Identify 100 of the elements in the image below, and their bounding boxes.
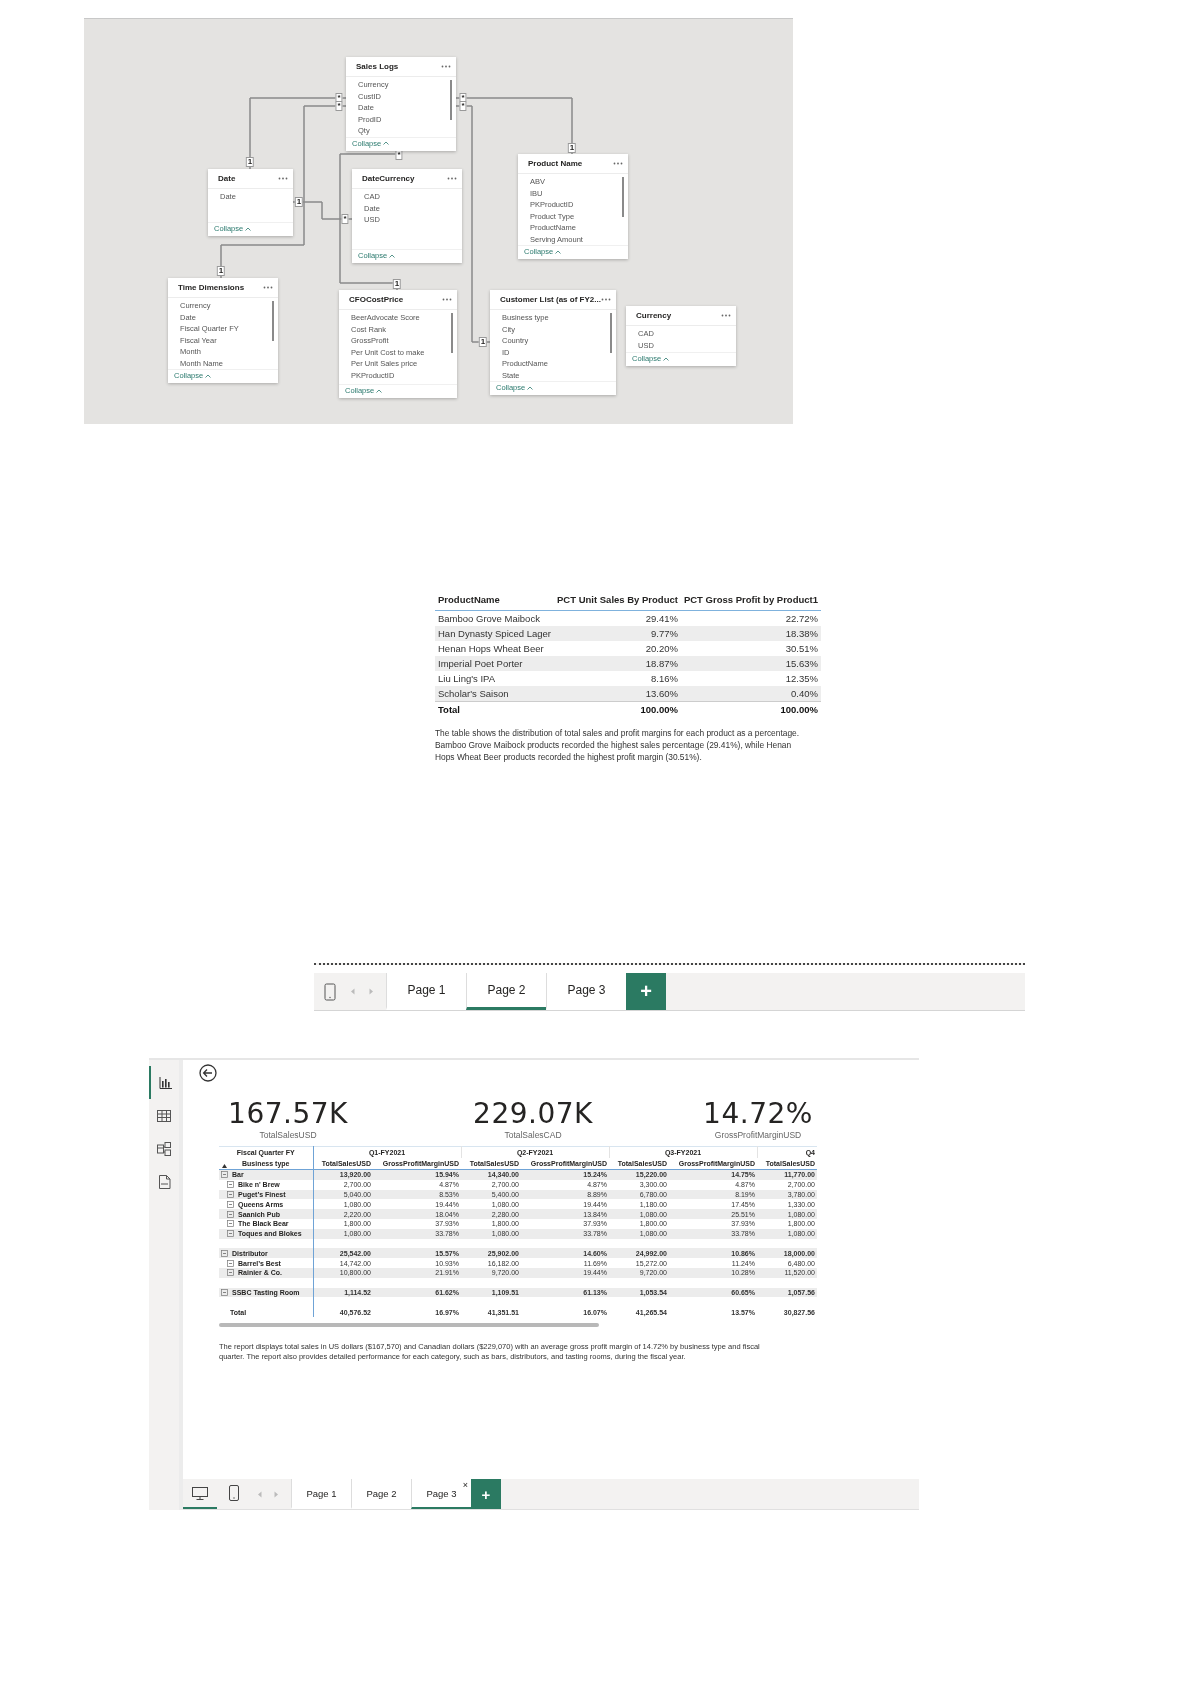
more-icon[interactable] bbox=[613, 162, 623, 165]
document-icon[interactable] bbox=[157, 1174, 171, 1189]
next-icon[interactable] bbox=[274, 1490, 279, 1498]
horizontal-scrollbar[interactable] bbox=[219, 1322, 599, 1327]
previous-icon[interactable] bbox=[257, 1490, 262, 1498]
page-tab[interactable]: Page 2 bbox=[466, 973, 546, 1010]
table-cell: 30.51% bbox=[680, 641, 821, 656]
table-cell: 9.77% bbox=[554, 626, 681, 641]
table-description: The table shows the distribution of total sales and profit margins for each product as a percentage. Bamboo Grove Maibock products recorded the highest sales percentage (29.41%), while Henan Hops Wheat Beer products recorded the highest profit margin (30.51%). bbox=[435, 727, 801, 763]
more-icon[interactable] bbox=[441, 65, 451, 68]
cardinality-label: * bbox=[335, 101, 343, 111]
more-icon[interactable] bbox=[278, 177, 288, 180]
table-cell: 15.63% bbox=[680, 656, 821, 671]
column-header: PCT Gross Profit by Product1 bbox=[680, 591, 821, 611]
cardinality-label: * bbox=[341, 214, 349, 224]
page-tab[interactable]: Page 1 bbox=[291, 1479, 351, 1509]
more-icon[interactable] bbox=[263, 286, 273, 289]
collapse-icon[interactable] bbox=[227, 1181, 234, 1189]
cardinality-label: * bbox=[459, 101, 467, 111]
caret-icon bbox=[383, 141, 390, 145]
back-icon[interactable] bbox=[199, 1064, 217, 1082]
caret-icon bbox=[389, 253, 396, 258]
add-page-button[interactable]: + bbox=[626, 973, 666, 1010]
cardinality-label: 1 bbox=[294, 197, 304, 207]
more-icon[interactable] bbox=[442, 298, 452, 301]
kpi-label: TotalSalesCAD bbox=[504, 1130, 562, 1140]
caret-icon bbox=[205, 373, 212, 378]
monitor-icon bbox=[192, 1486, 208, 1500]
kpi-value: 229.07K bbox=[473, 1098, 593, 1130]
table-name: Customer List (as of FY2... bbox=[500, 295, 601, 304]
kpi-label: TotalSalesUSD bbox=[259, 1130, 317, 1140]
table-name: Currency bbox=[636, 311, 672, 320]
table-cell: 8.16% bbox=[554, 671, 681, 686]
page-tab[interactable]: Page 1 bbox=[386, 973, 466, 1010]
caret-icon bbox=[663, 356, 670, 361]
table-name: Date bbox=[218, 174, 236, 183]
collapse-icon[interactable] bbox=[227, 1269, 234, 1277]
bar-chart-icon[interactable] bbox=[158, 1076, 172, 1089]
caret-icon bbox=[376, 388, 383, 393]
collapse-icon[interactable] bbox=[227, 1210, 234, 1218]
table-cell: 18.38% bbox=[680, 626, 821, 641]
more-icon[interactable] bbox=[447, 177, 457, 180]
scrollbar[interactable] bbox=[272, 301, 274, 341]
page-tab[interactable]: Page 3 × bbox=[411, 1479, 471, 1509]
table-cell: Liu Ling's IPA bbox=[435, 671, 554, 686]
column-header: ProductName bbox=[435, 591, 554, 611]
cardinality-label: 1 bbox=[245, 157, 255, 167]
table-name: Sales Logs bbox=[356, 62, 399, 71]
close-icon[interactable]: × bbox=[462, 1480, 468, 1490]
phone-icon[interactable] bbox=[324, 982, 336, 1001]
kpi-value: 14.72% bbox=[703, 1098, 813, 1130]
collapse-icon[interactable] bbox=[221, 1171, 228, 1179]
scrollbar[interactable] bbox=[610, 313, 612, 353]
column-header: PCT Unit Sales By Product bbox=[554, 591, 681, 611]
cardinality-label: 1 bbox=[392, 279, 402, 289]
collapse-icon[interactable] bbox=[221, 1288, 228, 1296]
collapse-icon[interactable] bbox=[227, 1191, 234, 1198]
table-cell: Scholar's Saison bbox=[435, 686, 554, 702]
cardinality-label: 1 bbox=[567, 143, 577, 153]
collapse-icon[interactable] bbox=[221, 1249, 228, 1257]
table-cell: 0.40% bbox=[680, 686, 821, 702]
table-cell: 18.87% bbox=[554, 656, 681, 671]
relationship-line[interactable] bbox=[571, 97, 573, 155]
table-cell: 12.35% bbox=[680, 671, 821, 686]
previous-icon[interactable] bbox=[350, 988, 355, 995]
table-cell: 20.20% bbox=[554, 641, 681, 656]
relationship-line[interactable] bbox=[249, 97, 251, 170]
table-name: DateCurrency bbox=[362, 174, 415, 183]
cardinality-label: 1 bbox=[216, 266, 226, 276]
table-grid-icon[interactable] bbox=[157, 1109, 171, 1122]
cardinality-label: 1 bbox=[478, 337, 488, 347]
table-name: Product Name bbox=[528, 159, 583, 168]
table-name: CFOCostPrice bbox=[349, 295, 404, 304]
model-icon[interactable] bbox=[157, 1141, 171, 1156]
total-cell: 100.00% bbox=[680, 701, 821, 717]
table-cell: 29.41% bbox=[554, 610, 681, 626]
table-cell: Imperial Poet Porter bbox=[435, 656, 554, 671]
table-name: Time Dimensions bbox=[178, 283, 245, 292]
total-cell: 100.00% bbox=[554, 701, 681, 717]
table-cell: Henan Hops Wheat Beer bbox=[435, 641, 554, 656]
relationship-line[interactable] bbox=[292, 201, 323, 203]
next-icon[interactable] bbox=[369, 988, 374, 995]
page-tab[interactable]: Page 3 bbox=[546, 973, 626, 1010]
more-icon[interactable] bbox=[721, 314, 731, 317]
table-cell: 22.72% bbox=[680, 610, 821, 626]
page-tab[interactable]: Page 2 bbox=[351, 1479, 411, 1509]
scrollbar[interactable] bbox=[622, 177, 624, 217]
scrollbar[interactable] bbox=[451, 313, 453, 353]
table-cell: Han Dynasty Spiced Lager bbox=[435, 626, 554, 641]
phone-icon bbox=[229, 1485, 239, 1501]
scrollbar[interactable] bbox=[450, 80, 452, 120]
kpi-label: GrossProfitMarginUSD bbox=[714, 1130, 802, 1140]
collapse-icon[interactable] bbox=[227, 1200, 234, 1208]
collapse-icon[interactable] bbox=[227, 1259, 234, 1267]
total-cell: Total bbox=[435, 701, 554, 717]
collapse-icon[interactable] bbox=[227, 1230, 234, 1238]
caret-icon bbox=[527, 385, 534, 390]
add-page-button[interactable]: + bbox=[471, 1479, 501, 1509]
more-icon[interactable] bbox=[601, 298, 611, 301]
collapse-icon[interactable] bbox=[227, 1220, 234, 1228]
